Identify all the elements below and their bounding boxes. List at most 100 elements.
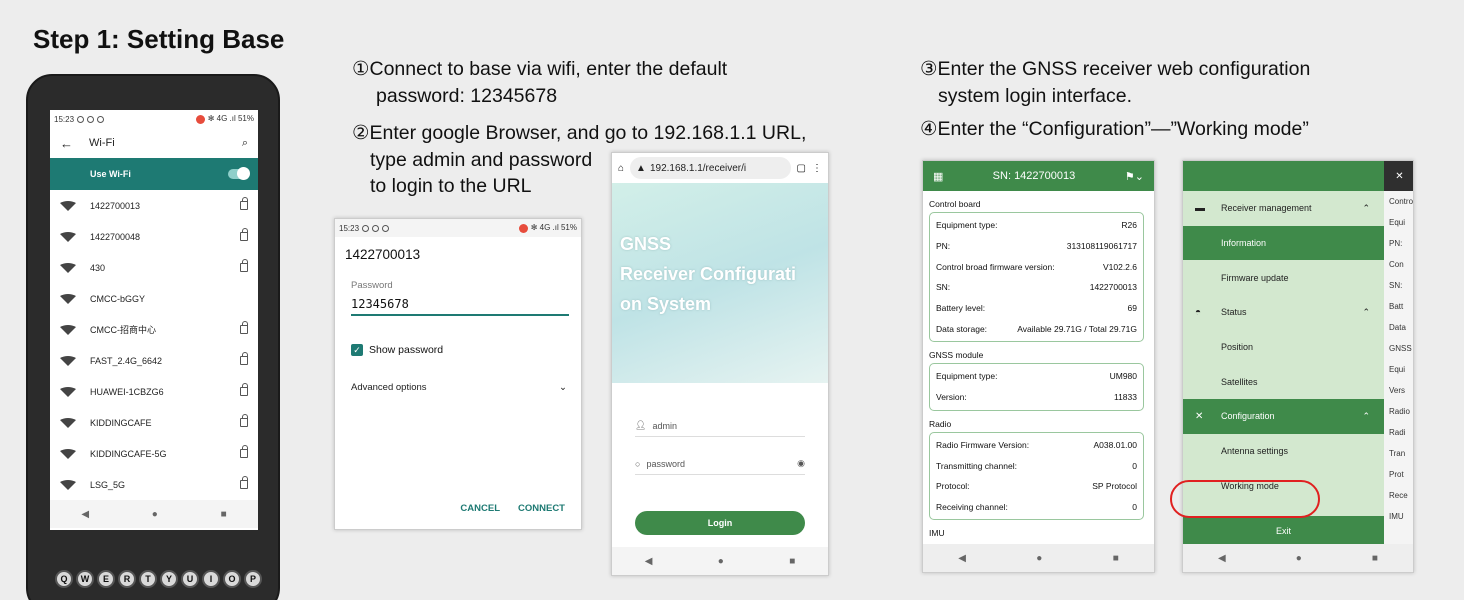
wifi-network-item[interactable]: 430 bbox=[50, 252, 258, 283]
username-input[interactable]: 👤︎ admin bbox=[635, 415, 805, 437]
keyboard-key[interactable]: Q bbox=[55, 570, 73, 588]
section-imu: IMU bbox=[929, 528, 945, 539]
nav-back-icon[interactable]: ◀ bbox=[958, 553, 966, 564]
wifi-signal-icon bbox=[60, 386, 76, 397]
login-button[interactable]: Login bbox=[635, 511, 805, 535]
menu-group-configuration[interactable]: ✕ Configuration ⌃ bbox=[1183, 399, 1384, 434]
info-key: Radio Firmware Version: bbox=[936, 439, 1030, 450]
step1-line1: ①Connect to base via wifi, enter the def… bbox=[352, 58, 728, 80]
nav-back-icon[interactable]: ◀ bbox=[645, 556, 653, 567]
browser-login-screen: ⌂ ▲ 192.168.1.1/receiver/i ▢ ⋮ GNSS Rece… bbox=[611, 152, 829, 576]
nav-recents-icon[interactable]: ■ bbox=[221, 509, 227, 520]
menu-item-information[interactable]: Information bbox=[1183, 225, 1384, 261]
section-control-board: Control board bbox=[929, 199, 981, 209]
peek-label: Tran bbox=[1389, 449, 1406, 458]
keyboard-key[interactable]: O bbox=[223, 570, 241, 588]
status-bar: 15:23 ✻ 4G .ıl 51% bbox=[50, 110, 258, 128]
wifi-network-item[interactable]: 1422700048 bbox=[50, 221, 258, 252]
exit-button[interactable]: Exit bbox=[1183, 516, 1384, 546]
password-input[interactable]: 12345678 bbox=[351, 297, 569, 316]
keyboard-key[interactable]: I bbox=[202, 570, 220, 588]
tabs-icon[interactable]: ▢ bbox=[797, 163, 806, 174]
section-radio: Radio bbox=[929, 418, 952, 429]
eye-icon[interactable]: ◉ bbox=[797, 458, 805, 469]
keyboard-key[interactable]: P bbox=[244, 570, 262, 588]
wifi-title: Wi-Fi bbox=[89, 137, 115, 149]
wifi-network-item[interactable]: LSG_5G bbox=[50, 469, 258, 500]
info-row: Data storage: Available 29.71G / Total 29… bbox=[936, 318, 1137, 339]
wifi-network-item[interactable]: 1422700013 bbox=[50, 190, 258, 221]
menu-header bbox=[1183, 161, 1384, 191]
nav-back-icon[interactable]: ◀ bbox=[1218, 553, 1226, 564]
network-name: LSG_5G bbox=[90, 479, 126, 490]
chevron-up-icon: ⌃ bbox=[1362, 306, 1370, 317]
status-time: 15:23 bbox=[339, 223, 360, 233]
keyboard-key[interactable]: W bbox=[76, 570, 94, 588]
nav-home-icon[interactable]: ● bbox=[152, 509, 158, 520]
wifi-network-item[interactable]: KIDDINGCAFE bbox=[50, 407, 258, 438]
tools-icon: ✕ bbox=[1195, 410, 1204, 422]
nav-recents-icon[interactable]: ■ bbox=[1372, 553, 1378, 564]
password-input[interactable]: ○ password ◉ bbox=[635, 453, 805, 475]
show-password-label: Show password bbox=[369, 344, 444, 356]
keyboard-key[interactable]: R bbox=[118, 570, 136, 588]
lock-icon bbox=[240, 321, 248, 334]
info-row: Version: 11833 bbox=[936, 387, 1137, 408]
menu-item-satellites[interactable]: Satellites bbox=[1183, 364, 1384, 399]
close-icon[interactable]: ✕ bbox=[1384, 161, 1413, 191]
status-bar: 15:23 ✻ 4G .ıl 51% bbox=[335, 219, 581, 237]
page-title: Step 1: Setting Base bbox=[33, 24, 285, 54]
keyboard-key[interactable]: Y bbox=[160, 570, 178, 588]
menu-item-position[interactable]: Position bbox=[1183, 330, 1384, 365]
chevron-down-icon: ⌄ bbox=[559, 382, 567, 393]
nav-recents-icon[interactable]: ■ bbox=[1113, 553, 1119, 564]
wifi-network-item[interactable]: CMCC-招商中心 bbox=[50, 314, 258, 345]
wifi-network-item[interactable]: FAST_2.4G_6642 bbox=[50, 345, 258, 376]
wifi-toggle[interactable] bbox=[228, 167, 250, 180]
network-name: KIDDINGCAFE-5G bbox=[90, 448, 167, 459]
use-wifi-toggle-row[interactable]: Use Wi-Fi bbox=[50, 158, 258, 190]
nav-recents-icon[interactable]: ■ bbox=[789, 556, 795, 567]
back-arrow-icon[interactable]: ← bbox=[60, 136, 73, 151]
nav-bar: ◀ ● ■ bbox=[1183, 544, 1413, 572]
peek-label: Vers bbox=[1389, 386, 1406, 395]
nav-home-icon[interactable]: ● bbox=[1296, 553, 1302, 564]
menu-item-antenna-settings[interactable]: Antenna settings bbox=[1183, 434, 1384, 469]
menu-item-firmware-update[interactable]: Firmware update bbox=[1183, 260, 1384, 295]
search-icon[interactable]: ⌕ bbox=[242, 137, 248, 150]
info-value: UM980 bbox=[1109, 371, 1137, 382]
keyboard-key[interactable]: E bbox=[97, 570, 115, 588]
working-mode-highlight bbox=[1170, 480, 1320, 518]
keyboard-key[interactable]: T bbox=[139, 570, 157, 588]
checkbox-checked-icon[interactable]: ✓ bbox=[351, 344, 363, 356]
cancel-button[interactable]: CANCEL bbox=[460, 503, 500, 514]
grid-menu-icon[interactable]: ▦ bbox=[933, 170, 943, 183]
keyboard-key[interactable]: U bbox=[181, 570, 199, 588]
nav-home-icon[interactable]: ● bbox=[718, 556, 724, 567]
more-menu-icon[interactable]: ⋮ bbox=[812, 163, 822, 174]
wifi-network-item[interactable]: CMCC-bGGY bbox=[50, 283, 258, 314]
peek-label: Radi bbox=[1389, 428, 1406, 437]
language-flag-icon[interactable]: ⚑⌄ bbox=[1125, 170, 1144, 183]
dialog-ssid-title: 1422700013 bbox=[345, 247, 421, 262]
nav-home-icon[interactable]: ● bbox=[1036, 553, 1042, 564]
advanced-options-row[interactable]: Advanced options ⌄ bbox=[335, 382, 581, 393]
connect-button[interactable]: CONNECT bbox=[518, 503, 565, 514]
step2-line3: to login to the URL bbox=[370, 175, 532, 197]
record-icon bbox=[195, 114, 205, 124]
wifi-signal-icon bbox=[60, 200, 76, 211]
info-key: Data storage: bbox=[936, 323, 988, 334]
lock-icon bbox=[240, 383, 248, 396]
record-icon bbox=[518, 223, 528, 233]
wifi-network-item[interactable]: HUAWEI-1CBZG6 bbox=[50, 376, 258, 407]
url-bar[interactable]: ▲ 192.168.1.1/receiver/i bbox=[630, 157, 791, 179]
show-password-row[interactable]: ✓ Show password bbox=[335, 344, 581, 356]
step4-line1: ④Enter the “Configuration”—”Working mode… bbox=[920, 118, 1309, 140]
menu-group-label: Status bbox=[1221, 307, 1247, 318]
menu-group-status[interactable]: ◓ Status ⌃ bbox=[1183, 295, 1384, 330]
wifi-network-item[interactable]: KIDDINGCAFE-5G bbox=[50, 438, 258, 469]
lock-icon bbox=[240, 228, 248, 241]
home-icon[interactable]: ⌂ bbox=[618, 163, 624, 174]
menu-group-receiver-management[interactable]: ▬ Receiver management ⌃ bbox=[1183, 191, 1384, 226]
nav-back-icon[interactable]: ◀ bbox=[81, 509, 89, 520]
